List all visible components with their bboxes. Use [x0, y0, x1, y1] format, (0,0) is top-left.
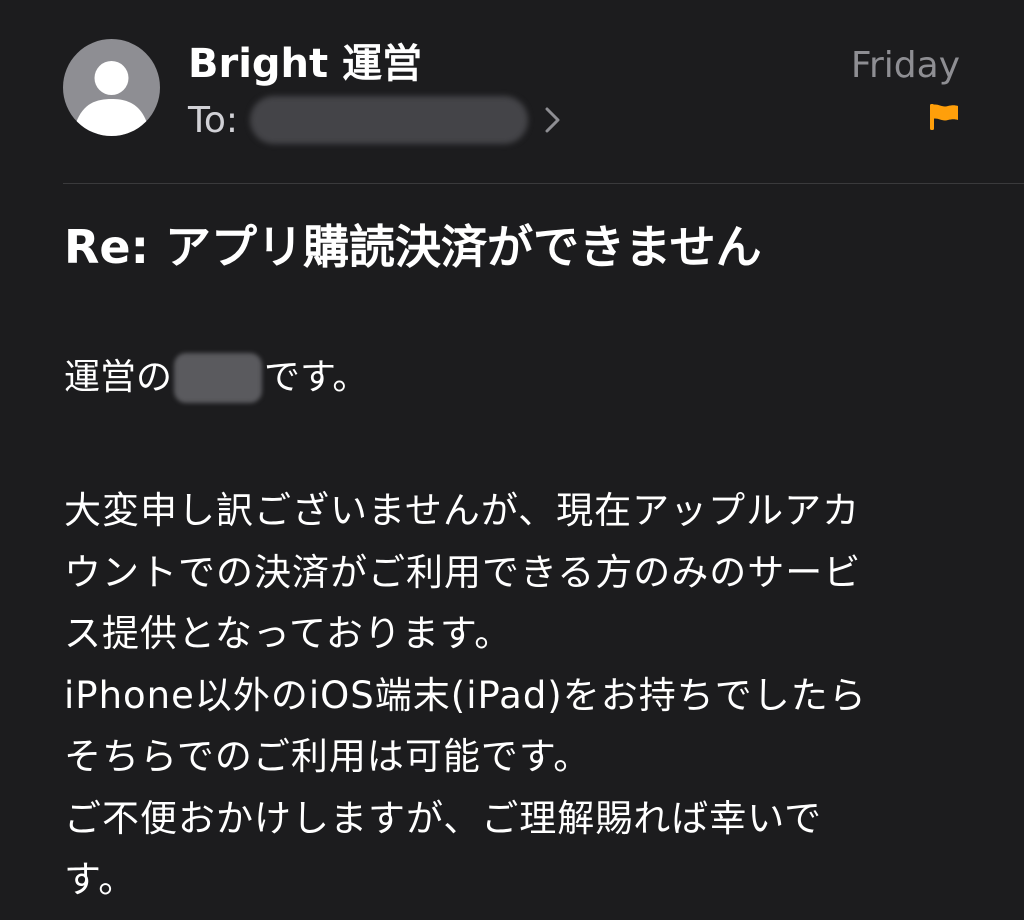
greeting-prefix: 運営の: [64, 357, 173, 398]
name-redacted: [174, 353, 263, 403]
body-line: ご不便おかけしますが、ご理解賜れば幸いで: [64, 796, 823, 840]
recipient-row[interactable]: To:: [188, 96, 564, 144]
message-date: Friday: [850, 45, 960, 86]
body-line: 大変申し訳ございませんが、現在アップルアカ: [64, 489, 861, 532]
greeting-line: 運営の です。: [64, 352, 368, 404]
sender-avatar[interactable]: [63, 39, 160, 136]
person-icon: [76, 61, 147, 136]
body-line: そちらでのご利用は可能です。: [64, 735, 592, 778]
to-label: To:: [188, 99, 239, 141]
body-line: ウントでの決済がご利用できる方のみのサービ: [64, 550, 862, 594]
recipient-redacted[interactable]: [250, 96, 529, 144]
sender-name[interactable]: Bright 運営: [188, 38, 422, 90]
email-body: 大変申し訳ございませんが、現在アップルアカ ウントでの決済がご利用できる方のみの…: [64, 480, 954, 911]
greeting-suffix: です。: [264, 357, 369, 398]
flag-icon[interactable]: [930, 104, 958, 130]
email-subject: Re: アプリ購読決済ができません: [64, 220, 762, 274]
chevron-right-icon[interactable]: [542, 105, 564, 135]
body-line: ス提供となっております。: [64, 612, 513, 655]
header-divider: [63, 183, 1024, 184]
body-line: す。: [64, 858, 137, 901]
body-line: iPhone以外のiOS端末(iPad)をお持ちでしたら: [64, 673, 867, 717]
